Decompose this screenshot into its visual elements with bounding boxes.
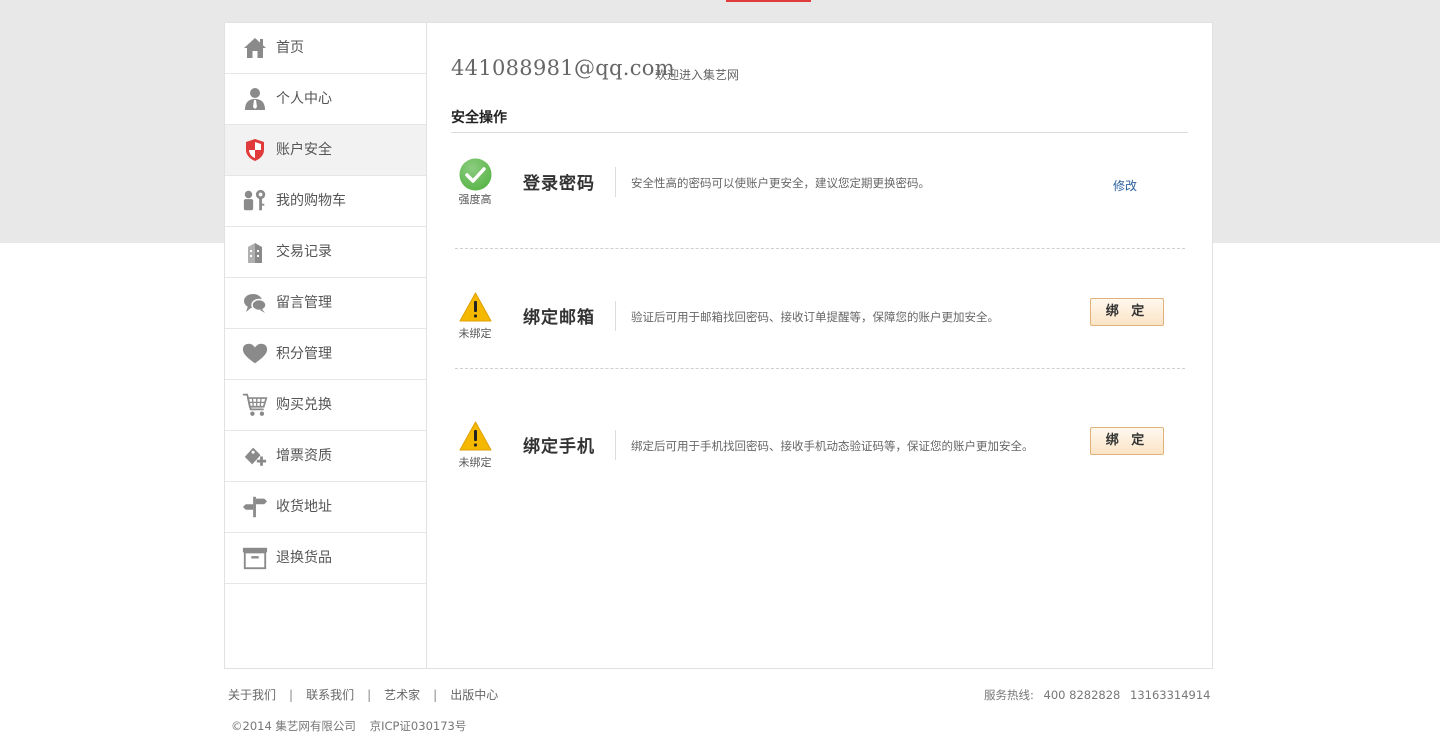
security-item-password: 强度高 登录密码 安全性高的密码可以使账户更安全，建议您定期更换密码。 修改	[451, 158, 1188, 248]
people-key-icon	[242, 188, 268, 214]
status-text: 未绑定	[458, 327, 492, 340]
user-icon	[242, 86, 268, 112]
user-email: 441088981@qq.com	[451, 56, 675, 80]
footer-links: 关于我们 | 联系我们 | 艺术家 | 出版中心	[228, 686, 498, 703]
check-icon	[459, 158, 492, 191]
sidebar-nav: 首页 个人中心 账户安全 我的购物车 交易记录 留言管理 积分管理 购买兑换 增…	[225, 23, 427, 668]
sidebar-item-label: 退换货品	[276, 550, 332, 566]
footer-separator: |	[289, 687, 294, 702]
top-accent-bar	[726, 0, 811, 2]
cart-icon	[242, 392, 268, 418]
chat-icon	[242, 290, 268, 316]
status-text: 未绑定	[458, 456, 492, 469]
sidebar-item-label: 个人中心	[276, 91, 332, 107]
service-hotline: 服务热线: 400 8282828 13163314914	[984, 687, 1217, 703]
section-divider	[451, 132, 1188, 133]
sidebar-item-label: 账户安全	[276, 142, 332, 158]
sidebar-item-shipping-address[interactable]: 收货地址	[225, 482, 426, 533]
modify-password-link[interactable]: 修改	[1113, 177, 1137, 194]
sidebar-item-transactions[interactable]: 交易记录	[225, 227, 426, 278]
bind-phone-button[interactable]: 绑 定	[1090, 427, 1164, 455]
sidebar-item-label: 增票资质	[276, 448, 332, 464]
vertical-divider	[615, 301, 616, 331]
home-icon	[242, 35, 268, 61]
sidebar-item-account-security[interactable]: 账户安全	[225, 125, 426, 176]
sidebar-item-purchase-exchange[interactable]: 购买兑换	[225, 380, 426, 431]
sidebar-item-returns[interactable]: 退换货品	[225, 533, 426, 584]
sidebar-item-label: 购买兑换	[276, 397, 332, 413]
footer-link-artists[interactable]: 艺术家	[384, 686, 420, 703]
box-icon	[242, 545, 268, 571]
sidebar-item-invoice-qualification[interactable]: 增票资质	[225, 431, 426, 482]
sidebar-item-label: 积分管理	[276, 346, 332, 362]
sidebar-item-label: 留言管理	[276, 295, 332, 311]
sidebar-item-label: 首页	[276, 40, 304, 56]
item-title: 登录密码	[523, 174, 595, 194]
item-description: 验证后可用于邮箱找回密码、接收订单提醒等，保障您的账户更加安全。	[631, 310, 999, 324]
item-title: 绑定手机	[523, 437, 595, 457]
vertical-divider	[615, 430, 616, 460]
footer-separator: |	[367, 687, 372, 702]
item-description: 绑定后可用于手机找回密码、接收手机动态验证码等，保证您的账户更加安全。	[631, 439, 1034, 453]
status-text: 强度高	[458, 193, 492, 206]
shield-icon	[242, 137, 268, 163]
sidebar-item-home[interactable]: 首页	[225, 23, 426, 74]
sidebar-item-shopping-cart[interactable]: 我的购物车	[225, 176, 426, 227]
heart-icon	[242, 341, 268, 367]
hotline-number-2: 13163314914	[1130, 688, 1211, 702]
welcome-text: 欢迎进入集艺网	[655, 68, 740, 82]
main-content: 441088981@qq.com 欢迎进入集艺网 安全操作 强度高 登录密码 安…	[451, 23, 1213, 668]
hotline-number-1: 400 8282828	[1043, 688, 1121, 702]
sidebar-item-label: 收货地址	[276, 499, 332, 515]
footer-link-contact[interactable]: 联系我们	[306, 686, 354, 703]
sidebar-item-personal-center[interactable]: 个人中心	[225, 74, 426, 125]
sidebar-item-label: 交易记录	[276, 244, 332, 260]
dashed-divider	[455, 248, 1185, 249]
hotline-label: 服务热线:	[984, 688, 1034, 702]
footer-link-about[interactable]: 关于我们	[228, 686, 276, 703]
item-title: 绑定邮箱	[523, 308, 595, 328]
item-description: 安全性高的密码可以使账户更安全，建议您定期更换密码。	[631, 176, 930, 190]
footer-separator: |	[433, 687, 438, 702]
copyright: ©2014 集艺网有限公司 京ICP证030173号	[231, 718, 476, 734]
icp-license: 京ICP证030173号	[369, 719, 467, 733]
bind-email-button[interactable]: 绑 定	[1090, 298, 1164, 326]
sidebar-item-label: 我的购物车	[276, 193, 346, 209]
section-title: 安全操作	[451, 110, 507, 126]
security-item-phone: 未绑定 绑定手机 绑定后可用于手机找回密码、接收手机动态验证码等，保证您的账户更…	[451, 421, 1188, 511]
warning-icon	[459, 292, 492, 325]
footer-link-publishing[interactable]: 出版中心	[450, 686, 498, 703]
sidebar-item-messages[interactable]: 留言管理	[225, 278, 426, 329]
ticket-plus-icon	[242, 443, 268, 469]
signpost-icon	[242, 494, 268, 520]
vertical-divider	[615, 167, 616, 197]
account-panel: 首页 个人中心 账户安全 我的购物车 交易记录 留言管理 积分管理 购买兑换 增…	[224, 22, 1213, 669]
building-icon	[242, 239, 268, 265]
dashed-divider	[455, 368, 1185, 369]
sidebar-item-points[interactable]: 积分管理	[225, 329, 426, 380]
copyright-text: ©2014 集艺网有限公司	[231, 719, 356, 733]
warning-icon	[459, 421, 492, 454]
